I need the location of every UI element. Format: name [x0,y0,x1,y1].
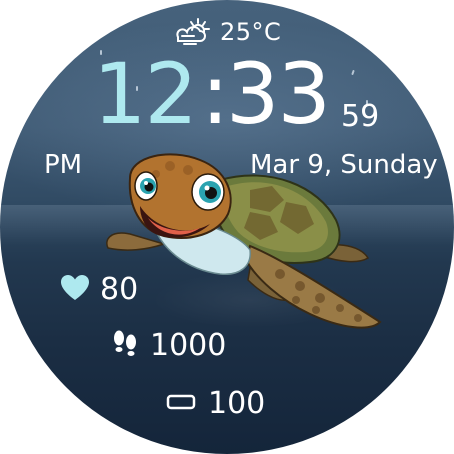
steps-widget[interactable]: 1000 [110,328,226,363]
weather-widget[interactable]: 25°C [174,16,281,48]
heart-rate-widget[interactable]: 80 [60,272,138,307]
sea-turtle-illustration [100,150,390,344]
temperature-value: 25°C [220,18,282,46]
time-hours: 12 [93,45,198,143]
time-seconds: 59 [341,99,380,134]
spray-drop [351,69,355,76]
steps-value: 1000 [150,328,227,363]
watch-face: 25°C 12 : 33 59 PM Mar 9, Sunday 80 1000… [0,0,454,454]
battery-widget[interactable]: 100 [166,386,265,421]
battery-value: 100 [208,386,266,421]
battery-icon [166,393,198,415]
partly-cloudy-sun-icon [174,17,212,47]
heart-rate-value: 80 [100,272,139,307]
am-pm-indicator: PM [44,150,83,180]
time-minutes: 33 [226,45,331,143]
footprints-icon [110,329,140,363]
heart-icon [60,274,90,306]
